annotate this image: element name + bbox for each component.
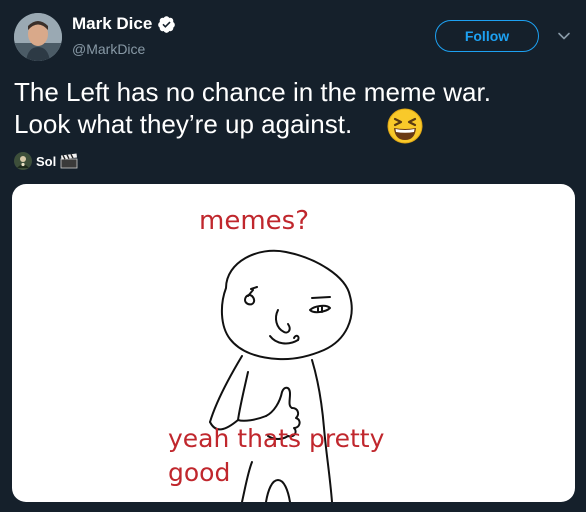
author-display-name[interactable]: Mark Dice	[72, 14, 176, 34]
tweet-card: Mark Dice @MarkDice Follow The Left has …	[0, 0, 586, 512]
author-name-text: Mark Dice	[72, 14, 153, 33]
meme-bottom-caption: yeah thats pretty good	[168, 422, 428, 490]
tagged-user-avatar-icon	[14, 152, 32, 170]
meme-bottom-caption-line-2: good	[168, 458, 231, 487]
grinning-squinting-face-icon	[387, 108, 423, 144]
clapper-board-icon	[60, 153, 78, 169]
tweet-text-line-2: Look what they’re up against.	[14, 109, 353, 139]
meme-bottom-caption-line-1: yeah thats pretty	[168, 424, 385, 453]
tagged-user-name: Sol	[36, 153, 57, 169]
tweet-text: The Left has no chance in the meme war. …	[14, 76, 574, 140]
follow-button[interactable]: Follow	[435, 20, 539, 52]
meme-top-caption: memes?	[199, 206, 309, 236]
verified-badge-icon	[158, 15, 176, 33]
author-avatar[interactable]	[14, 13, 62, 61]
author-handle[interactable]: @MarkDice	[72, 41, 145, 57]
chevron-down-icon[interactable]	[556, 28, 572, 44]
tweet-text-line-1: The Left has no chance in the meme war.	[14, 77, 491, 107]
tweet-image[interactable]: memes? yeah thats pretty good	[12, 184, 575, 502]
profile-photo-icon	[14, 13, 62, 61]
tagged-user[interactable]: Sol	[14, 151, 78, 171]
